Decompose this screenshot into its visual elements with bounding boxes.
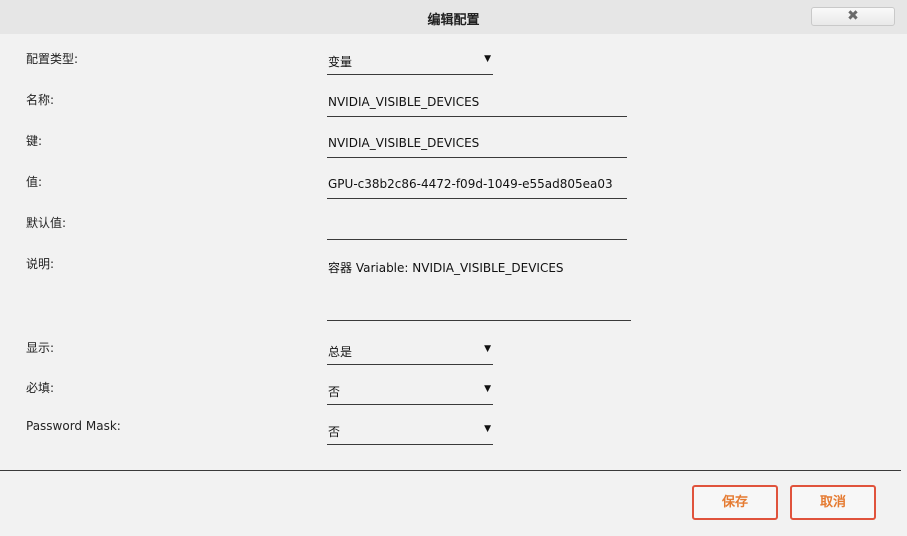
description-label: 说明: bbox=[26, 257, 55, 271]
chevron-down-icon: ▼ bbox=[484, 384, 491, 394]
dialog-titlebar: 编辑配置 ✖ bbox=[0, 0, 907, 34]
close-icon: ✖ bbox=[847, 8, 859, 24]
required-label: 必填: bbox=[26, 381, 55, 395]
password-mask-select[interactable]: 否 ▼ bbox=[327, 423, 493, 445]
value-input[interactable]: GPU-c38b2c86-4472-f09d-1049-e55ad805ea03 bbox=[327, 177, 627, 199]
config-type-label: 配置类型: bbox=[26, 52, 79, 66]
required-select[interactable]: 否 ▼ bbox=[327, 383, 493, 405]
key-input[interactable]: NVIDIA_VISIBLE_DEVICES bbox=[327, 136, 627, 158]
password-mask-value: 否 bbox=[328, 425, 341, 439]
close-button[interactable]: ✖ bbox=[811, 7, 895, 26]
name-label: 名称: bbox=[26, 93, 55, 107]
chevron-down-icon: ▼ bbox=[484, 54, 491, 64]
default-value-label: 默认值: bbox=[26, 216, 67, 230]
edit-config-dialog: 编辑配置 ✖ 配置类型: 变量 ▼ 名称: NVIDIA_VISIBLE_DEV… bbox=[0, 0, 907, 536]
display-select[interactable]: 总是 ▼ bbox=[327, 343, 493, 365]
config-type-select[interactable]: 变量 ▼ bbox=[327, 53, 493, 75]
chevron-down-icon: ▼ bbox=[484, 344, 491, 354]
chevron-down-icon: ▼ bbox=[484, 424, 491, 434]
cancel-button[interactable]: 取消 bbox=[790, 485, 876, 520]
name-input[interactable]: NVIDIA_VISIBLE_DEVICES bbox=[327, 95, 627, 117]
password-mask-label: Password Mask: bbox=[26, 419, 121, 433]
value-label: 值: bbox=[26, 175, 43, 189]
display-label: 显示: bbox=[26, 341, 55, 355]
key-input-value: NVIDIA_VISIBLE_DEVICES bbox=[328, 136, 480, 150]
default-value-input[interactable] bbox=[327, 218, 627, 240]
value-input-value: GPU-c38b2c86-4472-f09d-1049-e55ad805ea03 bbox=[328, 177, 613, 191]
name-input-value: NVIDIA_VISIBLE_DEVICES bbox=[328, 95, 480, 109]
display-value: 总是 bbox=[328, 345, 353, 359]
description-textarea[interactable]: 容器 Variable: NVIDIA_VISIBLE_DEVICES bbox=[327, 259, 631, 321]
config-type-value: 变量 bbox=[328, 55, 353, 69]
footer-divider bbox=[0, 470, 901, 471]
description-value: 容器 Variable: NVIDIA_VISIBLE_DEVICES bbox=[328, 261, 564, 275]
dialog-title: 编辑配置 bbox=[427, 13, 480, 28]
key-label: 键: bbox=[26, 134, 43, 148]
save-button[interactable]: 保存 bbox=[692, 485, 778, 520]
required-value: 否 bbox=[328, 385, 341, 399]
